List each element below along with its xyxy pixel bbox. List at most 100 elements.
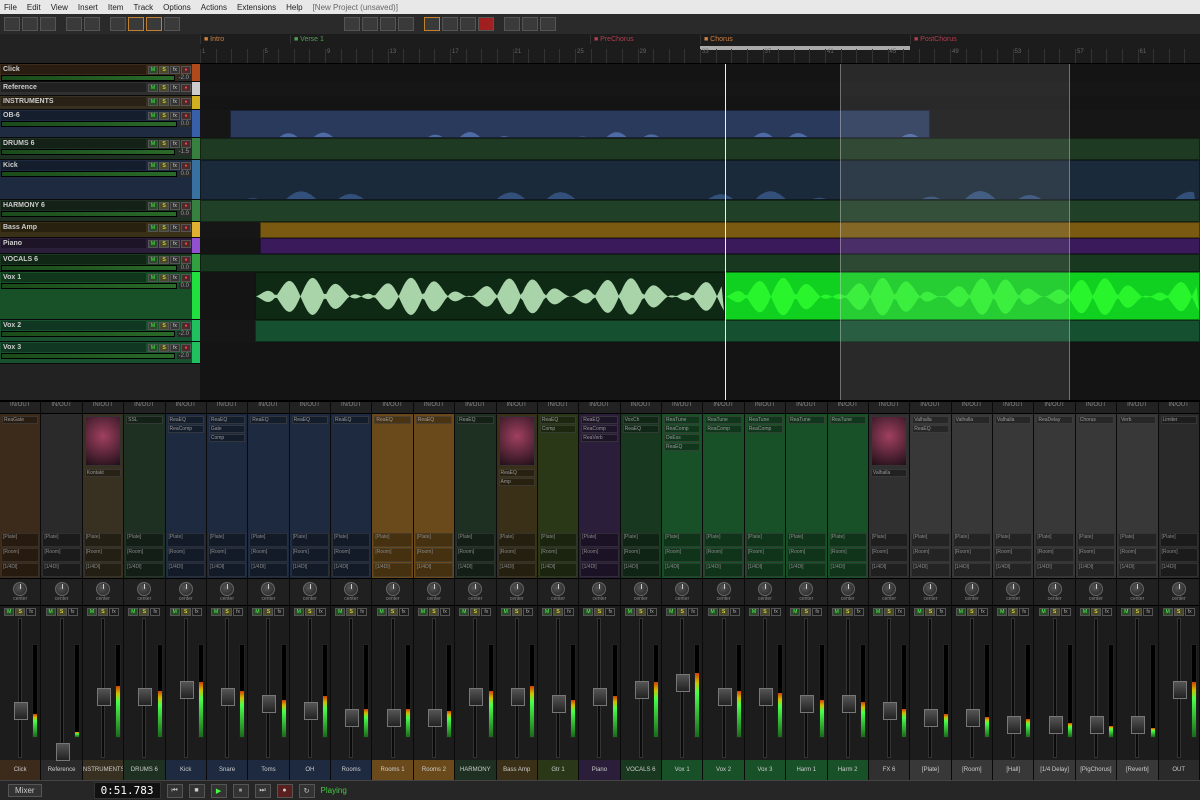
send-slot[interactable]: [1/4Dl] xyxy=(1,563,39,577)
fader-track[interactable] xyxy=(349,618,353,758)
fx-chain[interactable]: Chorus xyxy=(1076,414,1116,532)
track-name-label[interactable]: INSTRUMENTS xyxy=(1,97,146,106)
media-clip[interactable] xyxy=(260,238,1200,254)
menu-view[interactable]: View xyxy=(51,3,68,12)
channel-fx-button[interactable]: fx xyxy=(936,608,946,616)
fx-chain[interactable]: ReaEQComp xyxy=(538,414,578,532)
recarm-button[interactable]: ● xyxy=(181,162,191,170)
pan-knob[interactable] xyxy=(427,582,441,596)
channel-name-label[interactable]: [PigChorus] xyxy=(1076,760,1116,780)
fx-chain[interactable]: ReaEQ xyxy=(372,414,412,532)
track-header[interactable]: Piano M S fx ● xyxy=(0,238,192,253)
send-slot[interactable]: [Room] xyxy=(415,548,453,562)
forward-end-icon[interactable]: ⏭ xyxy=(255,784,271,798)
fx-slot[interactable]: ReaEQ xyxy=(664,443,700,451)
solo-button[interactable]: S xyxy=(159,98,169,106)
fx-button[interactable]: fx xyxy=(170,84,180,92)
channel-name-label[interactable]: Toms xyxy=(248,760,288,780)
pan-knob[interactable] xyxy=(717,582,731,596)
fx-slot[interactable]: ReaTune xyxy=(664,416,700,424)
send-slot[interactable]: [1/4Dl] xyxy=(1118,563,1156,577)
menu-edit[interactable]: Edit xyxy=(27,3,41,12)
pan-knob[interactable] xyxy=(634,582,648,596)
fader-cap[interactable] xyxy=(759,688,773,706)
channel-mute-button[interactable]: M xyxy=(914,608,924,616)
mixer-toggle-icon[interactable] xyxy=(504,17,520,31)
channel-name-label[interactable]: DRUMS 6 xyxy=(124,760,164,780)
fx-chain[interactable]: ReaEQAmp xyxy=(497,414,537,532)
pan-knob[interactable] xyxy=(96,582,110,596)
track-name-label[interactable]: Vox 2 xyxy=(1,321,146,330)
fader-cap[interactable] xyxy=(138,688,152,706)
send-slot[interactable]: [Room] xyxy=(373,548,411,562)
channel-io-label[interactable]: IN/OUT xyxy=(703,402,743,414)
fx-slot[interactable]: ReaEQ xyxy=(292,416,328,424)
save-icon[interactable] xyxy=(40,17,56,31)
send-slot[interactable]: [Room] xyxy=(911,548,949,562)
open-project-icon[interactable] xyxy=(22,17,38,31)
mute-button[interactable]: M xyxy=(148,84,158,92)
channel-io-label[interactable]: IN/OUT xyxy=(869,402,909,414)
track-header[interactable]: HARMONY 6 M S fx ● 0.0 xyxy=(0,200,192,221)
track-name-label[interactable]: Click xyxy=(1,65,146,74)
recarm-button[interactable]: ● xyxy=(181,256,191,264)
send-slot[interactable]: [Plate] xyxy=(622,533,660,547)
mute-button[interactable]: M xyxy=(148,66,158,74)
fader-track[interactable] xyxy=(432,618,436,758)
send-slot[interactable]: [1/4Dl] xyxy=(291,563,329,577)
fader-cap[interactable] xyxy=(635,681,649,699)
fader-track[interactable] xyxy=(515,618,519,758)
channel-fx-button[interactable]: fx xyxy=(26,608,36,616)
timeline-ruler[interactable]: 15913172125293337414549535761 ■ Intro■ V… xyxy=(0,34,1200,64)
channel-solo-button[interactable]: S xyxy=(1132,608,1142,616)
send-slot[interactable]: [1/4Dl] xyxy=(953,563,991,577)
channel-fx-button[interactable]: fx xyxy=(399,608,409,616)
fx-slot[interactable]: ReaEQ xyxy=(250,416,286,424)
send-slot[interactable]: [Room] xyxy=(1160,548,1198,562)
send-slot[interactable]: [Plate] xyxy=(291,533,329,547)
channel-mute-button[interactable]: M xyxy=(997,608,1007,616)
pan-knob[interactable] xyxy=(137,582,151,596)
channel-mute-button[interactable]: M xyxy=(790,608,800,616)
channel-name-label[interactable]: Vox 2 xyxy=(703,760,743,780)
channel-name-label[interactable]: OUT xyxy=(1159,760,1199,780)
redo-icon[interactable] xyxy=(84,17,100,31)
recarm-button[interactable]: ● xyxy=(181,98,191,106)
pan-knob[interactable] xyxy=(13,582,27,596)
channel-io-label[interactable]: IN/OUT xyxy=(83,402,123,414)
send-slot[interactable]: [1/4Dl] xyxy=(580,563,618,577)
channel-mute-button[interactable]: M xyxy=(956,608,966,616)
fx-chain[interactable]: ReaEQ xyxy=(455,414,495,532)
send-slot[interactable]: [1/4Dl] xyxy=(84,563,122,577)
solo-button[interactable]: S xyxy=(159,112,169,120)
fx-slot[interactable]: ReaTune xyxy=(705,416,741,424)
send-slot[interactable]: [Plate] xyxy=(42,533,80,547)
metronome-icon[interactable] xyxy=(110,17,126,31)
solo-button[interactable]: S xyxy=(159,322,169,330)
loop-toggle-icon[interactable]: ↻ xyxy=(299,784,315,798)
channel-name-label[interactable]: Harm 1 xyxy=(786,760,826,780)
channel-name-label[interactable]: Gtr 1 xyxy=(538,760,578,780)
channel-mute-button[interactable]: M xyxy=(625,608,635,616)
send-slot[interactable]: [Plate] xyxy=(870,533,908,547)
fx-slot[interactable]: Valhalla xyxy=(995,416,1031,424)
fx-chain[interactable]: VoxChReaEQ xyxy=(621,414,661,532)
fx-chain[interactable]: ReaEQReaComp xyxy=(166,414,206,532)
section-marker[interactable]: ■ PreChorus xyxy=(590,35,637,44)
mute-button[interactable]: M xyxy=(148,162,158,170)
section-marker[interactable]: ■ Chorus xyxy=(700,35,736,44)
fx-plugin-thumb[interactable] xyxy=(85,416,121,466)
fx-chain[interactable]: ReaTuneReaComp xyxy=(703,414,743,532)
channel-mute-button[interactable]: M xyxy=(170,608,180,616)
send-slot[interactable]: [Room] xyxy=(622,548,660,562)
channel-name-label[interactable]: Harm 2 xyxy=(828,760,868,780)
fader-cap[interactable] xyxy=(180,681,194,699)
track-header[interactable]: Vox 1 M S fx ● 0.0 xyxy=(0,272,192,319)
fader-track[interactable] xyxy=(1177,618,1181,758)
solo-button[interactable]: S xyxy=(159,344,169,352)
send-slot[interactable]: [Room] xyxy=(332,548,370,562)
pan-knob[interactable] xyxy=(923,582,937,596)
channel-solo-button[interactable]: S xyxy=(925,608,935,616)
fx-chain[interactable]: ReaTuneReaCompDeEssReaEQ xyxy=(662,414,702,532)
channel-solo-button[interactable]: S xyxy=(1091,608,1101,616)
